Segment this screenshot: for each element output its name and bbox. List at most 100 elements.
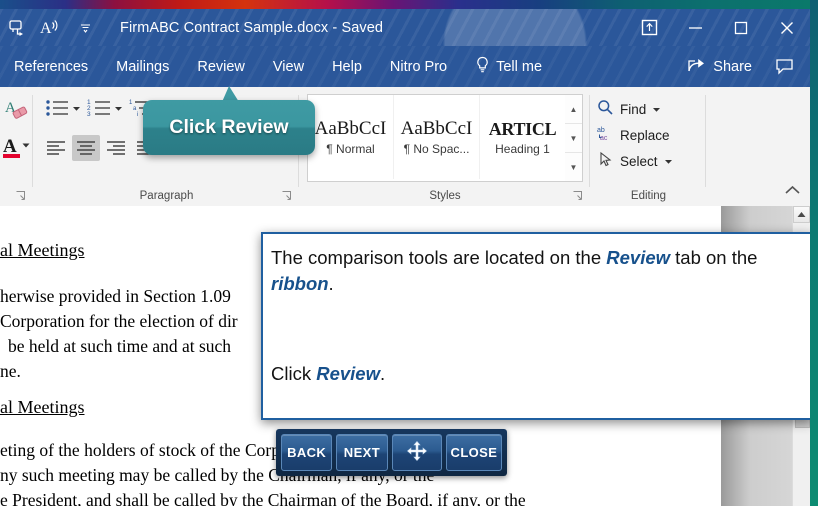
styles-gallery-scroll: ▲ ▼ ▼: [565, 94, 583, 182]
comments-icon[interactable]: [764, 46, 804, 87]
font-dialog-launcher-icon[interactable]: [15, 189, 27, 201]
select-label: Select: [620, 154, 658, 169]
move-arrows-icon: [406, 440, 428, 465]
instruction-text-part1: The comparison tools are located on the: [271, 247, 606, 268]
style-preview: AaBbCcI: [401, 118, 473, 140]
ribbon-right-actions: Share: [679, 46, 804, 87]
styles-group-label: Styles: [300, 190, 590, 202]
ribbon-body: A A: [0, 87, 810, 207]
clear-formatting-icon[interactable]: A: [4, 97, 30, 123]
share-label: Share: [713, 59, 752, 75]
instruction-click-suffix: .: [380, 363, 385, 384]
collapse-ribbon-icon[interactable]: [785, 183, 800, 198]
tab-references[interactable]: References: [0, 46, 102, 87]
group-separator: [705, 95, 706, 187]
style-label: ¶ No Spac...: [404, 142, 470, 156]
style-preview: AaBbCcI: [315, 118, 387, 140]
find-dropdown-icon[interactable]: [652, 102, 661, 117]
style-item-no-spacing[interactable]: AaBbCcI ¶ No Spac...: [394, 95, 480, 179]
styles-scroll-down-icon[interactable]: ▼: [565, 124, 582, 153]
click-review-callout[interactable]: Click Review: [143, 100, 315, 155]
close-button[interactable]: CLOSE: [446, 434, 502, 471]
document-heading: al Meetings: [0, 395, 84, 420]
minimize-icon[interactable]: [672, 9, 718, 46]
ribbon-display-options-icon[interactable]: [626, 9, 672, 46]
customize-quick-access-toolbar-icon[interactable]: [68, 13, 102, 43]
instruction-highlight-review: Review: [606, 247, 670, 268]
paragraph-dialog-launcher-icon[interactable]: [281, 189, 293, 201]
desktop-right-strip: [810, 0, 818, 506]
tab-help[interactable]: Help: [318, 46, 376, 87]
window-title: FirmABC Contract Sample.docx - Saved: [120, 9, 540, 46]
select-button[interactable]: Select: [597, 149, 673, 173]
ribbon-group-styles: AaBbCcI ¶ Normal AaBbCcI ¶ No Spac... AR…: [300, 87, 590, 206]
svg-text:ac: ac: [600, 135, 608, 142]
find-label: Find: [620, 102, 646, 117]
ribbon-group-editing: Find ab ac Replace: [591, 87, 706, 206]
styles-dialog-launcher-icon[interactable]: [572, 189, 584, 201]
styles-gallery: AaBbCcI ¶ Normal AaBbCcI ¶ No Spac... AR…: [307, 94, 567, 182]
document-line: herwise provided in Section 1.09: [0, 284, 231, 309]
tell-me-label: Tell me: [496, 59, 542, 75]
paragraph-group-label: Paragraph: [34, 190, 299, 202]
move-handle[interactable]: [392, 434, 442, 471]
tutorial-nav-bar: BACK NEXT CLOSE: [276, 429, 507, 476]
lightbulb-icon: [475, 56, 490, 78]
align-left-button[interactable]: [42, 135, 70, 161]
bullets-dropdown-icon: [72, 104, 81, 113]
ribbon-tabs: References Mailings Review View Help Nit…: [0, 46, 552, 87]
style-item-normal[interactable]: AaBbCcI ¶ Normal: [308, 95, 394, 179]
instruction-text: The comparison tools are located on the …: [271, 245, 800, 297]
scroll-up-icon[interactable]: [793, 206, 810, 223]
instruction-text-part2: tab on the: [670, 247, 757, 268]
touch-mode-icon[interactable]: [0, 13, 34, 43]
instruction-highlight-ribbon: ribbon: [271, 273, 329, 294]
replace-label: Replace: [620, 128, 670, 143]
bullets-button[interactable]: [42, 95, 84, 121]
svg-text:A: A: [40, 20, 52, 37]
style-item-heading-1[interactable]: ARTICL Heading 1: [480, 95, 566, 179]
svg-text:i: i: [137, 112, 138, 118]
document-line: Corporation for the election of dir: [0, 309, 238, 334]
callout-label: Click Review: [169, 116, 288, 139]
svg-text:A: A: [3, 136, 17, 157]
close-icon[interactable]: [764, 9, 810, 46]
styles-scroll-up-icon[interactable]: ▲: [565, 95, 582, 124]
maximize-icon[interactable]: [718, 9, 764, 46]
replace-icon: ab ac: [597, 125, 614, 145]
numbering-button[interactable]: 1 2 3: [84, 95, 126, 121]
share-button[interactable]: Share: [679, 46, 760, 87]
tab-mailings[interactable]: Mailings: [102, 46, 183, 87]
align-center-button[interactable]: [72, 135, 100, 161]
editing-group-label: Editing: [591, 190, 706, 202]
select-dropdown-icon[interactable]: [664, 154, 673, 169]
tell-me-search[interactable]: Tell me: [461, 46, 552, 87]
document-heading: al Meetings: [0, 238, 84, 263]
style-preview: ARTICL: [489, 119, 557, 140]
replace-button[interactable]: ab ac Replace: [597, 123, 670, 147]
numbering-dropdown-icon: [114, 104, 123, 113]
instruction-text-part3: .: [329, 273, 334, 294]
ribbon-tab-row: References Mailings Review View Help Nit…: [0, 46, 810, 87]
tab-view[interactable]: View: [259, 46, 318, 87]
document-line: ne.: [0, 359, 21, 384]
find-button[interactable]: Find: [597, 97, 661, 121]
document-line: be held at such time and at such: [8, 334, 231, 359]
font-color-dropdown-icon[interactable]: [21, 140, 31, 150]
group-separator: [589, 95, 590, 187]
next-button[interactable]: NEXT: [336, 434, 387, 471]
back-button[interactable]: BACK: [281, 434, 332, 471]
tab-nitro-pro[interactable]: Nitro Pro: [376, 46, 461, 87]
document-line: e President, and shall be called by the …: [0, 488, 526, 506]
svg-text:3: 3: [87, 111, 91, 118]
pointer-icon: [597, 151, 614, 171]
font-color-button[interactable]: A: [2, 135, 22, 161]
paragraph-list-row: 1 2 3 1 a i: [42, 95, 158, 121]
read-aloud-icon[interactable]: A: [34, 13, 68, 43]
window-controls: [626, 9, 810, 46]
style-label: Heading 1: [495, 142, 550, 156]
tab-review[interactable]: Review: [183, 46, 259, 87]
ribbon-group-font: A A: [0, 87, 33, 206]
styles-more-icon[interactable]: ▼: [565, 153, 582, 181]
align-right-button[interactable]: [102, 135, 130, 161]
